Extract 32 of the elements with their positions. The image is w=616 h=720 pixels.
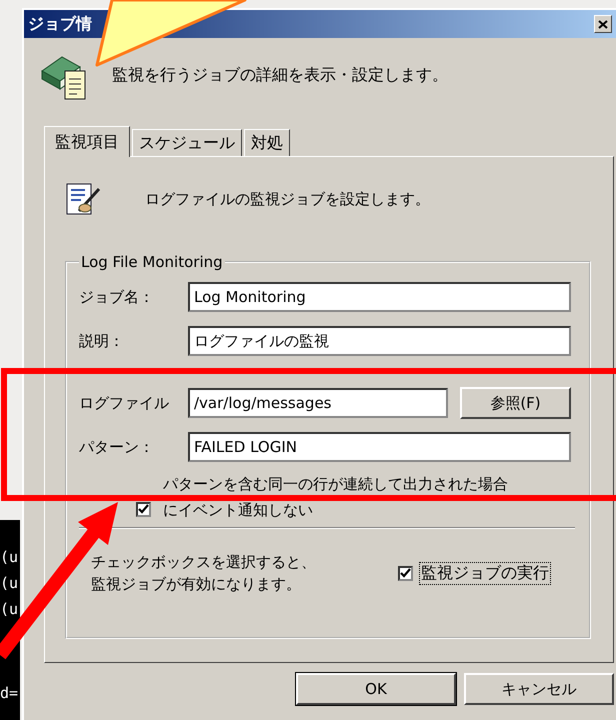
hint-text: チェックボックスを選択すると、 [91, 552, 316, 573]
input-field[interactable]: /var/log/messages [188, 388, 448, 418]
checkbox-label: パターンを含む同一の行が連続して出力された場合 [163, 475, 508, 493]
tab[interactable]: スケジュール [132, 129, 242, 156]
terminal-text: (u [0, 573, 18, 594]
document-pen-icon [65, 181, 101, 217]
close-button[interactable] [594, 15, 612, 33]
input-field[interactable]: FAILED LOGIN [188, 432, 571, 462]
tab[interactable]: 対処 [244, 129, 290, 156]
tab[interactable]: 監視項目 [44, 126, 130, 157]
window-title: ジョブ情 [28, 14, 93, 34]
field-label: ジョブ名： [79, 288, 155, 306]
input-field[interactable]: ログファイルの監視 [188, 326, 571, 356]
field-label: 説明： [79, 332, 125, 350]
terminal-text: (u [0, 599, 18, 620]
terminal-text: d= [0, 683, 18, 704]
field-label: パターン： [79, 438, 155, 456]
dialog-button[interactable]: OK [296, 673, 456, 705]
close-icon [598, 20, 608, 28]
checkbox[interactable] [136, 502, 151, 517]
dialog-button[interactable]: キャンセル [464, 673, 614, 705]
checkbox[interactable] [398, 566, 413, 580]
header-text: 監視を行うジョブの詳細を表示・設定します。 [112, 65, 448, 86]
hint-text: 監視ジョブが有効になります。 [91, 574, 301, 595]
browse-button[interactable]: 参照(F) [460, 387, 571, 419]
description-text: ログファイルの監視ジョブを設定します。 [145, 190, 430, 208]
field-label: ログファイル [79, 394, 170, 412]
checkbox-label: にイベント通知しない [163, 501, 313, 519]
terminal-text: (u [0, 547, 18, 568]
input-field[interactable]: Log Monitoring [188, 282, 571, 312]
group-title: Log File Monitoring [80, 253, 224, 271]
checkbox-label: 監視ジョブの実行 [419, 562, 551, 584]
